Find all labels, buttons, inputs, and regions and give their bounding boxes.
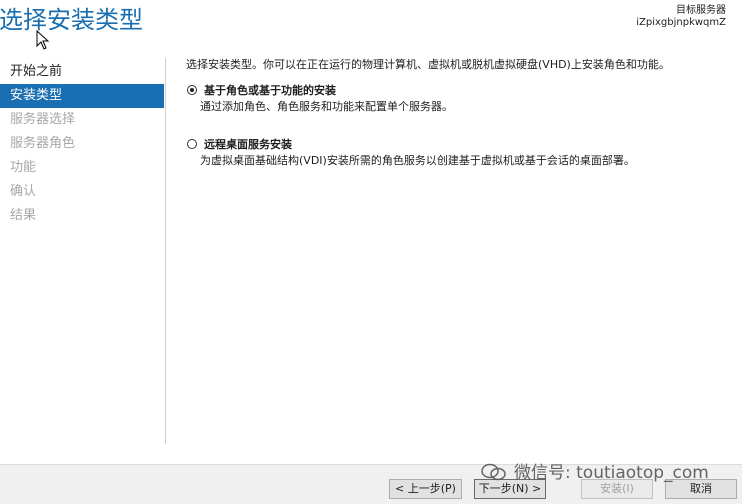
option-role-based-install[interactable]: 基于角色或基于功能的安装 通过添加角色、角色服务和功能来配置单个服务器。 xyxy=(186,83,726,115)
option-remote-desktop-install[interactable]: 远程桌面服务安装 为虚拟桌面基础结构(VDI)安装所需的角色服务以创建基于虚拟机… xyxy=(186,137,726,169)
intro-text: 选择安装类型。你可以在正在运行的物理计算机、虚拟机或脱机虚拟硬盘(VHD)上安装… xyxy=(186,58,670,71)
sidebar-item-confirmation: 确认 xyxy=(10,184,37,199)
watermark-text: 微信号: toutiaotop_com xyxy=(514,463,709,483)
sidebar-item-installation-type[interactable]: 安装类型 xyxy=(0,84,164,108)
option-description: 通过添加角色、角色服务和功能来配置单个服务器。 xyxy=(200,100,453,113)
previous-button[interactable]: < 上一步(P) xyxy=(389,479,462,499)
destination-server-label: 目标服务器 xyxy=(676,5,726,16)
remote-desktop-radio-button[interactable] xyxy=(187,139,197,149)
wechat-icon xyxy=(481,463,506,481)
sidebar-item-server-selection: 服务器选择 xyxy=(10,112,76,127)
option-title[interactable]: 基于角色或基于功能的安装 xyxy=(204,83,726,99)
sidebar-item-before-you-begin[interactable]: 开始之前 xyxy=(0,60,164,84)
watermark: 微信号: toutiaotop_com xyxy=(480,458,709,483)
option-title[interactable]: 远程桌面服务安装 xyxy=(204,137,726,153)
wizard-sidebar: 开始之前 安装类型 服务器选择 服务器角色 功能 确认 结果 xyxy=(0,60,164,228)
sidebar-item-features: 功能 xyxy=(10,160,37,175)
page-title: 选择安装类型 xyxy=(0,6,143,34)
sidebar-divider xyxy=(165,58,166,444)
main-content: 选择安装类型。你可以在正在运行的物理计算机、虚拟机或脱机虚拟硬盘(VHD)上安装… xyxy=(186,57,726,169)
mouse-cursor-icon xyxy=(36,30,50,50)
option-description: 为虚拟桌面基础结构(VDI)安装所需的角色服务以创建基于虚拟机或基于会话的桌面部… xyxy=(200,154,635,167)
role-based-radio-button[interactable] xyxy=(187,85,197,95)
destination-server: 目标服务器 iZpixgbjnpkwqmZ xyxy=(636,5,726,29)
sidebar-item-results: 结果 xyxy=(10,208,37,223)
sidebar-item-server-roles: 服务器角色 xyxy=(10,136,76,151)
destination-server-name: iZpixgbjnpkwqmZ xyxy=(636,17,726,28)
